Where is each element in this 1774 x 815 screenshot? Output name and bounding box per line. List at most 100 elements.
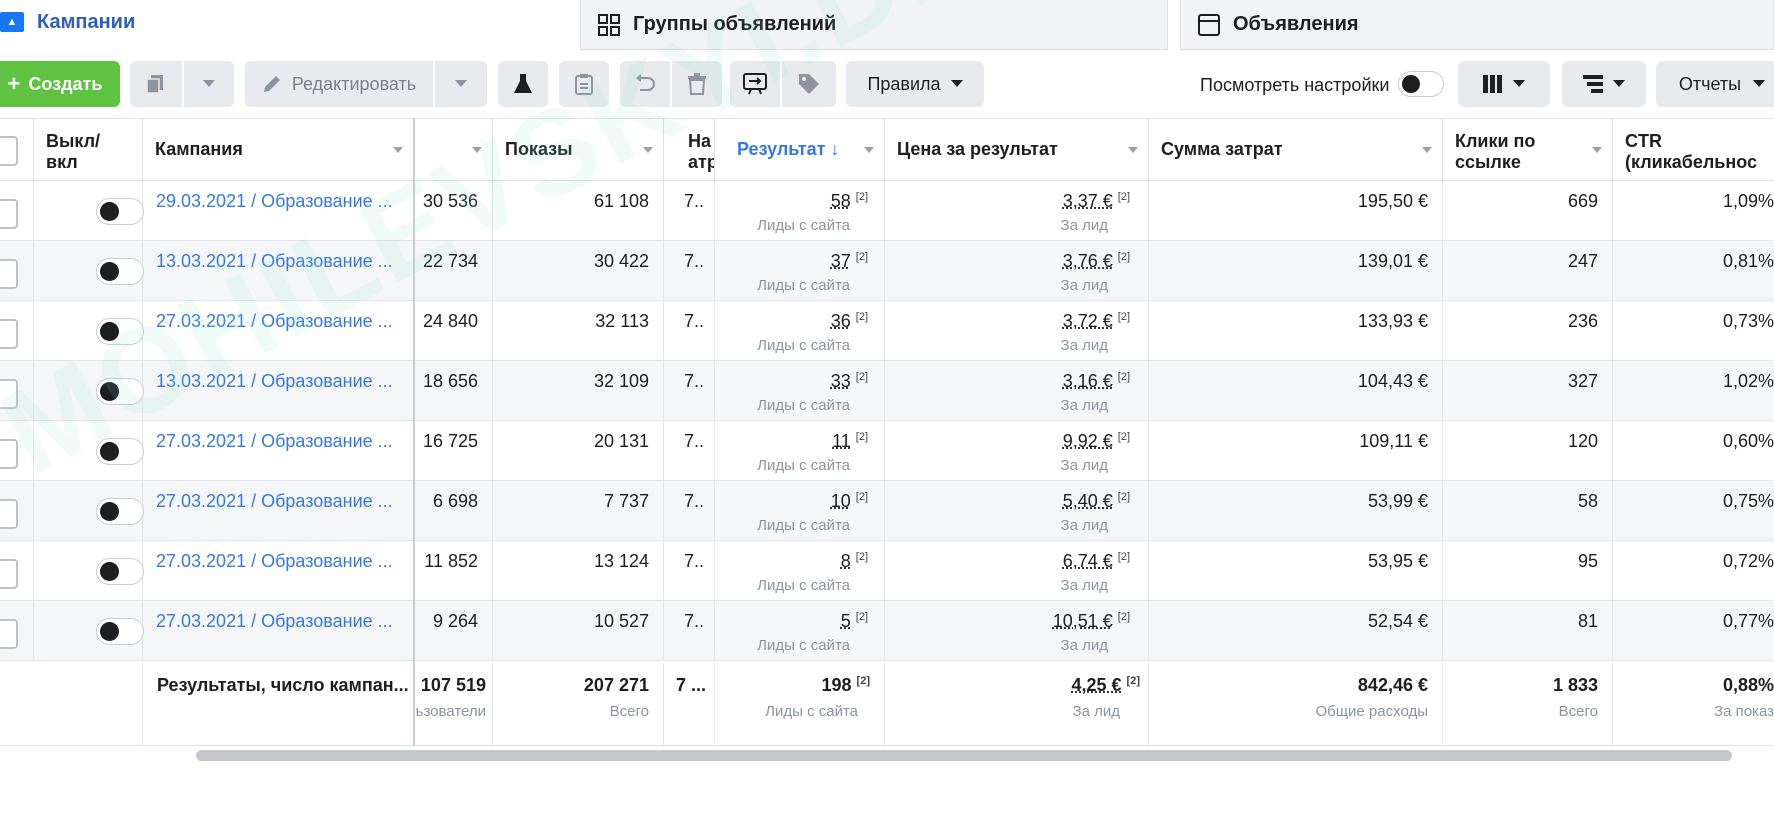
col-cost-per-result[interactable]: Цена за результат [885, 119, 1149, 180]
row-toggle-cell [34, 601, 143, 660]
amount-spent-value: 109,11 € [1359, 431, 1428, 452]
row-checkbox[interactable] [0, 259, 18, 289]
col-link-clicks[interactable]: Клики по ссылке [1443, 119, 1613, 180]
col-result[interactable]: Результат ↓ [715, 119, 885, 180]
campaign-name-link[interactable]: 27.03.2021 / Образование ... [156, 311, 393, 332]
campaign-toggle[interactable] [96, 318, 144, 345]
col-attribution[interactable]: На атр [664, 119, 715, 180]
cost-per-result-value[interactable]: 3,16 € [1063, 371, 1113, 391]
rules-button[interactable]: Правила [846, 61, 984, 107]
campaign-toggle[interactable] [96, 618, 144, 645]
footnote-mark: [2] [856, 551, 868, 563]
row-checkbox[interactable] [0, 559, 18, 589]
reports-button-label: Отчеты [1679, 74, 1741, 95]
campaign-name-link[interactable]: 27.03.2021 / Образование ... [156, 431, 393, 452]
delete-button[interactable] [672, 61, 722, 107]
cpr-value-group: 3,37 € [2] [1063, 191, 1130, 212]
result-value[interactable]: 36 [831, 311, 851, 331]
cost-per-result-value[interactable]: 3,76 € [1063, 251, 1113, 271]
tag-button[interactable] [782, 61, 836, 107]
totals-reach: 107 519 [421, 675, 486, 696]
row-impressions-cell: 13 124 [493, 541, 664, 600]
row-result-cell: 33 [2] Лиды с сайта [715, 361, 885, 420]
result-value[interactable]: 5 [841, 611, 851, 631]
row-toggle-cell [34, 301, 143, 360]
col-ctr[interactable]: CTR (кликабельнос [1613, 119, 1774, 180]
table-row: 29.03.2021 / Образование ... 30 536 61 108… [0, 181, 1774, 241]
campaign-name-link[interactable]: 13.03.2021 / Образование ... [156, 251, 393, 272]
edit-button[interactable]: Редактировать [245, 61, 433, 107]
attribution-value: 7.. [684, 611, 704, 632]
row-checkbox[interactable] [0, 439, 18, 469]
campaign-name-link[interactable]: 27.03.2021 / Образование ... [156, 551, 393, 572]
result-value[interactable]: 10 [831, 491, 851, 511]
reach-value: 6 698 [433, 491, 478, 512]
duplicate-dropdown[interactable] [184, 61, 234, 107]
result-value[interactable]: 37 [831, 251, 851, 271]
create-button[interactable]: + Создать [0, 61, 120, 107]
impressions-value: 32 109 [594, 371, 649, 392]
col-impressions[interactable]: Показы [493, 119, 664, 180]
cost-per-result-value[interactable]: 10,51 € [1053, 611, 1113, 631]
ctr-value: 0,81% [1723, 251, 1774, 272]
compare-icon [743, 73, 767, 95]
row-checkbox[interactable] [0, 379, 18, 409]
totals-cpr[interactable]: 4,25 € [1072, 675, 1122, 695]
row-name-cell: 27.03.2021 / Образование ... [143, 421, 414, 480]
campaign-name-link[interactable]: 27.03.2021 / Образование ... [156, 611, 393, 632]
result-value[interactable]: 58 [831, 191, 851, 211]
chevron-down-icon [1613, 80, 1625, 88]
row-checkbox[interactable] [0, 499, 18, 529]
breakdown-button[interactable] [1562, 61, 1646, 107]
campaign-toggle[interactable] [96, 258, 144, 285]
cost-per-result-value[interactable]: 3,37 € [1063, 191, 1113, 211]
campaign-toggle[interactable] [96, 498, 144, 525]
clipboard-button[interactable] [559, 61, 609, 107]
reports-button[interactable]: Отчеты [1656, 61, 1774, 107]
footnote-mark: [2] [1118, 251, 1130, 263]
campaign-name-link[interactable]: 29.03.2021 / Образование ... [156, 191, 393, 212]
undo-button[interactable] [620, 61, 670, 107]
duplicate-button[interactable] [130, 61, 182, 107]
columns-button[interactable] [1458, 61, 1550, 107]
attribution-value: 7.. [684, 311, 704, 332]
row-checkbox[interactable] [0, 319, 18, 349]
tab-adsets[interactable]: Группы объявлений [580, 0, 1168, 50]
view-settings-toggle[interactable] [1398, 71, 1444, 97]
campaign-toggle[interactable] [96, 558, 144, 585]
row-checkbox[interactable] [0, 199, 18, 229]
horizontal-scrollbar[interactable] [196, 750, 1732, 761]
result-value[interactable]: 33 [831, 371, 851, 391]
ab-test-button[interactable] [498, 61, 548, 107]
row-spent-cell: 133,93 € [1149, 301, 1443, 360]
cost-per-result-value[interactable]: 5,40 € [1063, 491, 1113, 511]
result-value[interactable]: 8 [841, 551, 851, 571]
totals-cpr-cell: 4,25 € [2] За лид [885, 663, 1149, 745]
row-checkbox[interactable] [0, 619, 18, 649]
footnote-mark: [2] [1118, 191, 1130, 203]
tab-campaigns[interactable]: ▲ Кампании [0, 0, 135, 44]
col-campaign[interactable]: Кампания [143, 119, 414, 180]
row-clicks-cell: 81 [1443, 601, 1613, 660]
amount-spent-value: 52,54 € [1368, 611, 1428, 632]
cost-per-result-value[interactable]: 3,72 € [1063, 311, 1113, 331]
cost-per-result-value[interactable]: 6,74 € [1063, 551, 1113, 571]
campaign-toggle[interactable] [96, 438, 144, 465]
campaign-name-link[interactable]: 27.03.2021 / Образование ... [156, 491, 393, 512]
campaign-toggle[interactable] [96, 378, 144, 405]
edit-dropdown[interactable] [435, 61, 487, 107]
ad-window-icon [1197, 13, 1221, 37]
select-all-checkbox[interactable] [0, 136, 18, 166]
sticky-column-divider [413, 118, 415, 746]
result-value[interactable]: 11 [832, 431, 851, 451]
footnote-mark: [2] [856, 311, 868, 323]
campaign-toggle[interactable] [96, 198, 144, 225]
tab-ads[interactable]: Объявления [1180, 0, 1774, 50]
cpr-value-group: 6,74 € [2] [1063, 551, 1130, 572]
col-reach[interactable] [414, 119, 493, 180]
compare-button[interactable] [730, 61, 780, 107]
col-amount-spent[interactable]: Сумма затрат [1149, 119, 1443, 180]
campaign-name-link[interactable]: 13.03.2021 / Образование ... [156, 371, 393, 392]
result-type: Лиды с сайта [757, 637, 850, 654]
cost-per-result-value[interactable]: 9,92 € [1063, 431, 1113, 451]
